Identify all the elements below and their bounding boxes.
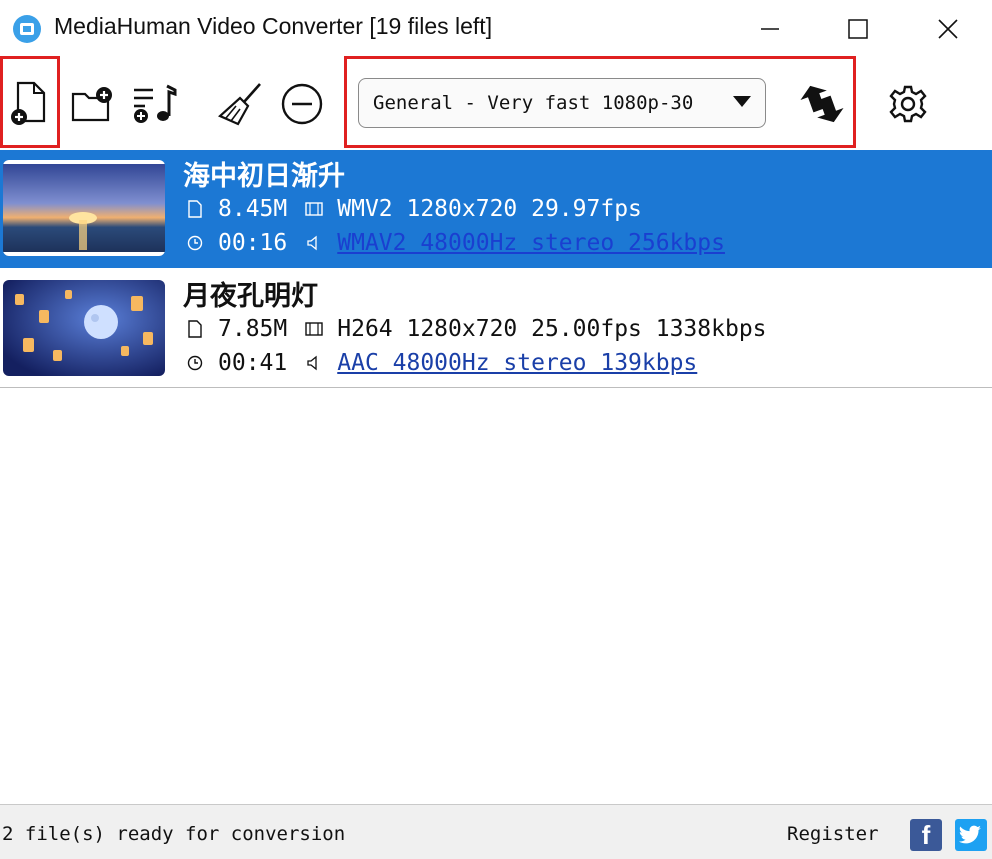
file-info-line: 00:16 WMAV2 48000Hz stereo 256kbps [186,230,725,256]
audio-info-link[interactable]: AAC 48000Hz stereo 139kbps [337,350,697,376]
file-size-icon [186,320,204,338]
title-bar: MediaHuman Video Converter [19 files lef… [0,0,992,58]
twitter-icon [959,825,982,844]
video-thumbnail-sunrise [3,160,165,256]
file-list-empty-area[interactable] [0,389,992,803]
convert-arrows-icon [800,85,844,123]
minus-circle-icon [281,83,323,125]
file-title: 海中初日渐升 [183,161,345,192]
speaker-icon [305,355,323,371]
maximize-icon [848,19,868,39]
register-link[interactable]: Register [787,823,879,845]
window-title: MediaHuman Video Converter [19 files lef… [54,13,493,39]
settings-button[interactable] [884,80,932,128]
video-thumbnail-lanterns [3,280,165,376]
file-size: 7.85M [218,316,288,342]
minimize-icon [761,28,779,30]
close-button[interactable] [913,0,983,58]
close-icon [938,19,958,39]
file-row-2[interactable]: 月夜孔明灯 7.85M H264 1280x720 25.00fps 1338k… [0,270,992,388]
broom-icon [218,83,261,126]
add-music-icon [134,84,177,123]
maximize-button[interactable] [823,0,893,58]
add-folder-icon [71,87,112,122]
file-info-line: 00:41 AAC 48000Hz stereo 139kbps [186,350,697,376]
add-music-button[interactable] [130,80,180,128]
twitter-button[interactable] [955,819,987,851]
duration: 00:41 [218,350,288,376]
status-bar: 2 file(s) ready for conversion Register … [0,804,992,859]
remove-button[interactable] [278,80,326,128]
gear-icon [889,85,927,123]
clock-icon [186,355,204,371]
video-info: H264 1280x720 25.00fps 1338kbps [337,316,767,342]
convert-button[interactable] [796,78,848,130]
app-logo-icon [13,15,41,43]
chevron-down-icon [733,96,751,107]
minimize-button[interactable] [735,0,805,58]
file-title: 月夜孔明灯 [183,281,318,312]
preset-value: General - Very fast 1080p-30 [373,92,694,114]
file-size: 8.45M [218,196,288,222]
facebook-button[interactable]: f [910,819,942,851]
file-size-icon [186,200,204,218]
video-info: WMV2 1280x720 29.97fps [337,196,642,222]
status-text: 2 file(s) ready for conversion [2,823,346,845]
add-folder-button[interactable] [68,80,116,128]
clock-icon [186,235,204,251]
duration: 00:16 [218,230,288,256]
add-files-button[interactable] [6,78,50,130]
file-row-1[interactable]: 海中初日渐升 8.45M WMV2 1280x720 29.97fps 00:1… [0,150,992,268]
file-info-line: 7.85M H264 1280x720 25.00fps 1338kbps [186,316,767,342]
toolbar: General - Very fast 1080p-30 [0,56,992,150]
add-file-icon [11,81,46,125]
audio-info-link[interactable]: WMAV2 48000Hz stereo 256kbps [337,230,725,256]
facebook-icon: f [921,819,931,850]
speaker-icon [305,235,323,251]
video-stream-icon [305,321,323,337]
clear-list-button[interactable] [214,78,266,130]
video-stream-icon [305,201,323,217]
preset-dropdown[interactable]: General - Very fast 1080p-30 [358,78,766,128]
file-info-line: 8.45M WMV2 1280x720 29.97fps [186,196,642,222]
